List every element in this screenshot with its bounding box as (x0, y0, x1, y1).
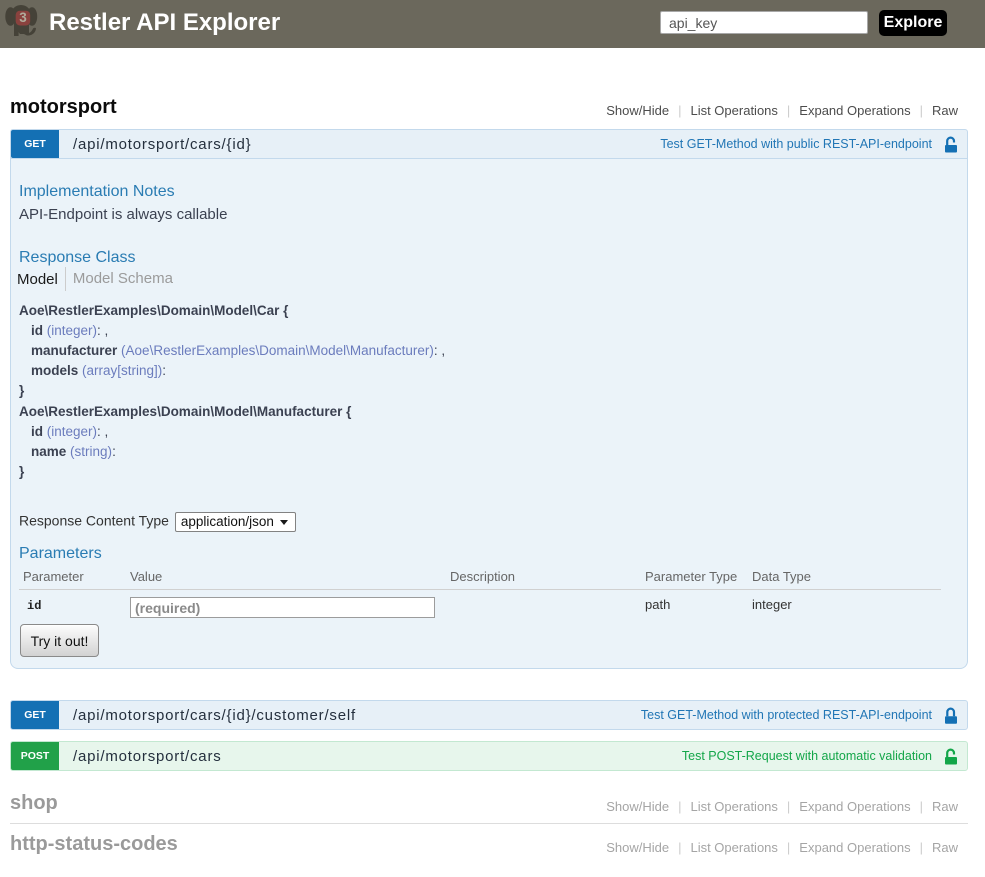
svg-text:3: 3 (19, 10, 27, 25)
